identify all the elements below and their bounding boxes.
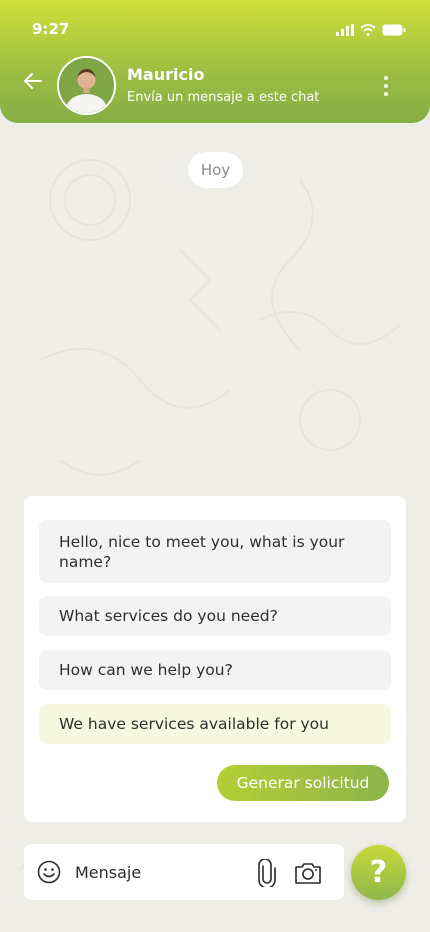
contact-name: Mauricio [127, 65, 205, 84]
emoji-button[interactable] [37, 860, 61, 884]
chat-header: 9:27 Mauricio Envía un mensaje a este ch… [0, 0, 430, 123]
suggestion-item[interactable]: Hello, nice to meet you, what is your na… [39, 520, 391, 583]
suggestion-item[interactable]: How can we help you? [39, 650, 391, 690]
avatar-person-icon [59, 58, 114, 113]
generate-request-button[interactable]: Generar solicitud [217, 765, 389, 801]
wifi-icon [360, 24, 376, 36]
suggestions-card: Hello, nice to meet you, what is your na… [24, 496, 406, 822]
more-options-button[interactable] [382, 76, 390, 96]
signal-icon [336, 24, 354, 36]
message-input[interactable] [75, 858, 245, 886]
status-icons [336, 24, 406, 36]
smiley-icon [37, 860, 61, 884]
attach-button[interactable] [257, 858, 277, 889]
help-button[interactable]: ? [351, 845, 406, 900]
battery-icon [382, 24, 406, 36]
question-mark-icon: ? [369, 855, 388, 890]
suggestion-item-selected[interactable]: We have services available for you [39, 704, 391, 744]
date-separator: Hoy [188, 152, 243, 188]
suggestion-item[interactable]: What services do you need? [39, 596, 391, 636]
avatar[interactable] [57, 56, 116, 115]
status-time: 9:27 [32, 20, 70, 38]
back-button[interactable] [22, 70, 44, 92]
paperclip-icon [258, 858, 276, 889]
arrow-left-icon [24, 73, 42, 89]
contact-subtitle: Envía un mensaje a este chat [127, 90, 320, 105]
camera-button[interactable] [294, 861, 322, 885]
message-composer [24, 844, 344, 900]
camera-icon [295, 863, 321, 884]
more-vertical-icon [384, 76, 388, 80]
